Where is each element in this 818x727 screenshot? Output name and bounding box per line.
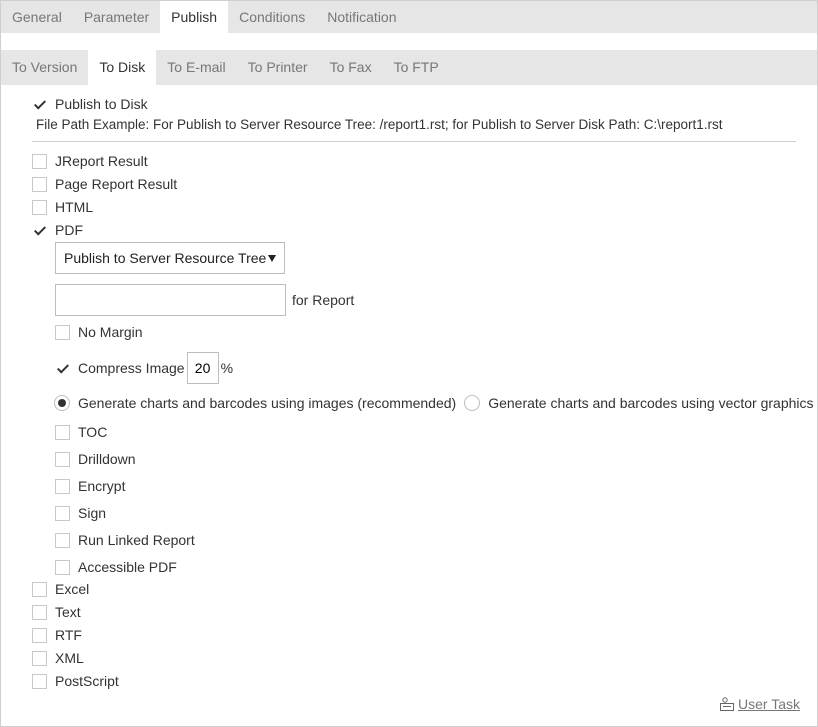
html-label: HTML [55, 199, 94, 215]
toc-label: TOC [78, 424, 108, 440]
pdf-destination-select[interactable]: Publish to Server Resource Tree [55, 242, 285, 274]
compress-image-row[interactable]: Compress Image % [55, 352, 233, 384]
format-row-jreport-result[interactable]: JReport Result [32, 153, 148, 169]
encrypt-checkbox[interactable] [55, 478, 70, 494]
tab-publish[interactable]: Publish [160, 1, 229, 33]
page-report-result-checkbox[interactable] [32, 176, 47, 192]
page-report-result-label: Page Report Result [55, 176, 178, 192]
sign-checkbox[interactable] [55, 505, 70, 521]
pdf-option-sign[interactable]: Sign [55, 505, 106, 521]
format-row-rtf[interactable]: RTF [32, 627, 82, 643]
run-linked-report-checkbox[interactable] [55, 532, 70, 548]
publish-to-disk-label: Publish to Disk [55, 96, 148, 112]
user-task-label: User Task [738, 696, 800, 712]
publish-to-disk-checkbox[interactable] [32, 96, 47, 112]
jreport-result-checkbox[interactable] [32, 153, 47, 169]
subtab-to-printer[interactable]: To Printer [237, 50, 319, 85]
tab-general[interactable]: General [1, 1, 73, 33]
file-path-hint: File Path Example: For Publish to Server… [36, 117, 723, 132]
jreport-result-label: JReport Result [55, 153, 148, 169]
postscript-label: PostScript [55, 673, 119, 689]
check-icon [56, 360, 70, 374]
for-report-label: for Report [292, 292, 355, 308]
top-tab-bar: General Parameter Publish Conditions Not… [1, 1, 817, 33]
format-row-text[interactable]: Text [32, 604, 81, 620]
check-icon [33, 222, 47, 236]
subtab-to-disk[interactable]: To Disk [88, 50, 157, 85]
xml-checkbox[interactable] [32, 650, 47, 666]
user-task-link[interactable]: User Task [719, 696, 800, 712]
pdf-option-accessible-pdf[interactable]: Accessible PDF [55, 559, 177, 575]
excel-label: Excel [55, 581, 90, 597]
run-linked-report-label: Run Linked Report [78, 532, 195, 548]
radio-vector[interactable] [464, 395, 481, 411]
radio-dot-icon [58, 399, 66, 407]
pdf-option-run-linked-report[interactable]: Run Linked Report [55, 532, 195, 548]
pdf-destination-value: Publish to Server Resource Tree [64, 250, 267, 266]
drilldown-label: Drilldown [78, 451, 136, 467]
accessible-pdf-checkbox[interactable] [55, 559, 70, 575]
user-task-icon [720, 697, 734, 711]
rtf-checkbox[interactable] [32, 627, 47, 643]
publish-to-disk-row[interactable]: Publish to Disk [32, 96, 148, 112]
compress-image-value-input[interactable] [186, 352, 219, 384]
format-row-postscript[interactable]: PostScript [32, 673, 119, 689]
pdf-option-drilldown[interactable]: Drilldown [55, 451, 136, 467]
tab-conditions[interactable]: Conditions [228, 1, 316, 33]
divider [32, 141, 796, 142]
chart-mode-radio-group: Generate charts and barcodes using image… [54, 395, 814, 411]
postscript-checkbox[interactable] [32, 673, 47, 689]
radio-vector-label: Generate charts and barcodes using vecto… [488, 395, 814, 411]
radio-images[interactable] [54, 395, 70, 411]
percent-label: % [220, 360, 234, 376]
subtab-to-version[interactable]: To Version [1, 50, 88, 85]
format-row-pdf[interactable]: PDF [32, 222, 83, 238]
encrypt-label: Encrypt [78, 478, 126, 494]
toc-checkbox[interactable] [55, 424, 70, 440]
tab-spacer [1, 33, 817, 49]
tab-notification[interactable]: Notification [316, 1, 407, 33]
text-checkbox[interactable] [32, 604, 47, 620]
accessible-pdf-label: Accessible PDF [78, 559, 177, 575]
format-row-xml[interactable]: XML [32, 650, 84, 666]
pdf-option-encrypt[interactable]: Encrypt [55, 478, 125, 494]
format-row-excel[interactable]: Excel [32, 581, 89, 597]
format-row-html[interactable]: HTML [32, 199, 93, 215]
subtab-to-ftp[interactable]: To FTP [383, 50, 450, 85]
radio-images-label: Generate charts and barcodes using image… [78, 395, 457, 411]
drilldown-checkbox[interactable] [55, 451, 70, 467]
pdf-label: PDF [55, 222, 83, 238]
xml-label: XML [55, 650, 84, 666]
subtab-to-email[interactable]: To E-mail [156, 50, 236, 85]
format-row-page-report-result[interactable]: Page Report Result [32, 176, 177, 192]
check-icon [33, 96, 47, 110]
triangle-down-icon [268, 255, 276, 262]
no-margin-label: No Margin [78, 324, 143, 340]
no-margin-checkbox[interactable] [55, 324, 70, 340]
rtf-label: RTF [55, 627, 82, 643]
pdf-option-toc[interactable]: TOC [55, 424, 107, 440]
compress-image-label: Compress Image [78, 360, 185, 376]
no-margin-row[interactable]: No Margin [55, 324, 143, 340]
compress-image-checkbox[interactable] [55, 360, 70, 376]
subtab-to-fax[interactable]: To Fax [319, 50, 383, 85]
html-checkbox[interactable] [32, 199, 47, 215]
text-label: Text [55, 604, 81, 620]
excel-checkbox[interactable] [32, 581, 47, 597]
tab-parameter[interactable]: Parameter [73, 1, 160, 33]
pdf-checkbox[interactable] [32, 222, 47, 238]
sign-label: Sign [78, 505, 107, 521]
sub-tab-bar: To Version To Disk To E-mail To Printer … [1, 50, 817, 85]
pdf-path-input[interactable] [55, 284, 286, 316]
